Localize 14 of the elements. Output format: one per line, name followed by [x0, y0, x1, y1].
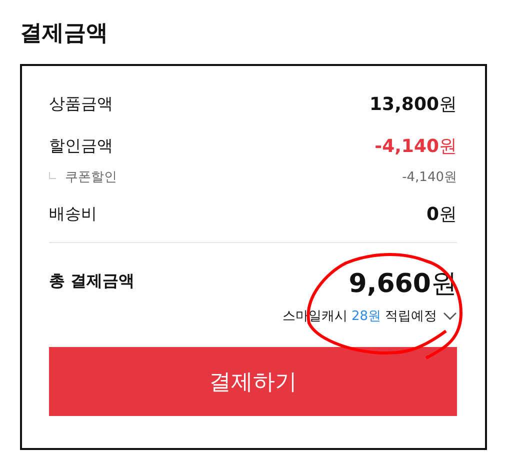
cashback-suffix: 적립예정: [385, 308, 437, 325]
pay-button[interactable]: 결제하기: [49, 347, 457, 416]
row-label: 배송비: [49, 204, 97, 224]
row-amount: -4,140원: [374, 135, 457, 158]
row-amount: 0원: [426, 203, 457, 226]
row-label: 상품금액: [49, 94, 113, 114]
section-title: 결제금액: [20, 20, 109, 48]
row-amount: -4,140원: [402, 169, 457, 186]
chevron-icon[interactable]: [443, 312, 457, 320]
row-amount: 13,800원: [370, 93, 457, 116]
total-label: 총 결제금액: [49, 271, 135, 292]
cashback-amount: 28원: [351, 308, 381, 325]
row-label: 쿠폰할인: [49, 168, 117, 186]
row-label: 할인금액: [49, 136, 113, 156]
